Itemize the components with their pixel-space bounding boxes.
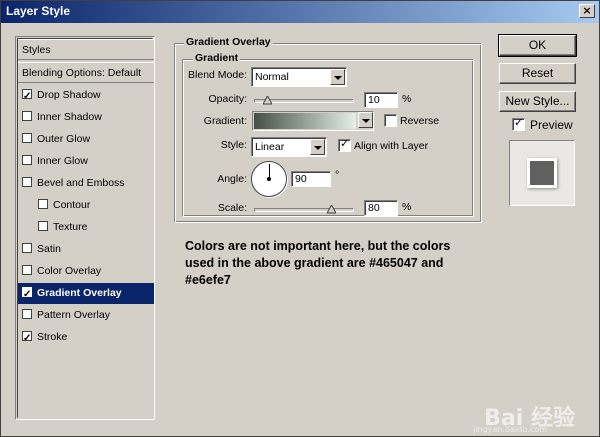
style-item-checkbox[interactable] (22, 133, 32, 143)
blending-options[interactable]: Blending Options: Default (18, 62, 154, 83)
angle-label: Angle: (217, 173, 247, 185)
scale-slider-thumb[interactable] (326, 205, 336, 214)
opacity-slider-thumb[interactable] (263, 96, 273, 105)
style-item-checkbox[interactable] (22, 155, 32, 165)
style-item-checkbox[interactable] (22, 284, 32, 305)
gradient-dropdown[interactable] (356, 112, 373, 130)
styles-header[interactable]: Styles (18, 39, 154, 60)
preview-label: Preview (530, 118, 573, 132)
style-item-inner-glow[interactable]: Inner Glow (18, 151, 154, 172)
style-item-drop-shadow[interactable]: Drop Shadow (18, 85, 154, 107)
gradient-swatch[interactable] (254, 113, 356, 129)
style-item-label: Color Overlay (37, 265, 102, 277)
new-style-button[interactable]: New Style... (499, 91, 576, 112)
style-item-label: Texture (53, 221, 88, 233)
blend-mode-label: Blend Mode: (188, 69, 247, 81)
angle-dial[interactable] (251, 161, 287, 197)
ok-button[interactable]: OK (498, 34, 577, 57)
instruction-note: Colors are not important here, but the c… (185, 239, 451, 287)
style-item-checkbox[interactable] (22, 328, 32, 349)
style-item-satin[interactable]: Satin (18, 239, 154, 260)
style-item-texture[interactable]: Texture (18, 217, 154, 238)
chevron-down-icon[interactable] (310, 139, 325, 155)
style-item-label: Drop Shadow (37, 89, 101, 101)
style-item-gradient-overlay[interactable]: Gradient Overlay (18, 283, 154, 305)
chevron-down-icon[interactable] (330, 69, 345, 85)
preview-thumbnail (509, 140, 575, 206)
close-button[interactable]: × (579, 4, 595, 18)
opacity-input[interactable]: 10 (364, 92, 398, 108)
preview-square (527, 158, 557, 188)
gradient-group-title: Gradient (193, 52, 241, 64)
reset-button[interactable]: Reset (499, 63, 576, 84)
style-item-bevel-and-emboss[interactable]: Bevel and Emboss (18, 173, 154, 194)
style-select[interactable]: Linear (251, 137, 327, 157)
chevron-down-icon[interactable] (358, 112, 373, 128)
styles-list: Styles Blending Options: Default Drop Sh… (15, 36, 155, 420)
gradient-picker[interactable] (252, 111, 374, 131)
angle-input[interactable]: 90 (291, 171, 331, 187)
preview-checkbox[interactable] (512, 116, 525, 131)
angle-dial-center (267, 177, 271, 181)
style-item-inner-shadow[interactable]: Inner Shadow (18, 107, 154, 128)
style-label: Style: (220, 139, 247, 151)
degree-sign: ° (335, 169, 340, 181)
blend-mode-value: Normal (255, 71, 289, 83)
style-item-label: Outer Glow (37, 133, 91, 145)
opacity-percent: % (402, 93, 412, 105)
style-item-color-overlay[interactable]: Color Overlay (18, 261, 154, 282)
style-item-label: Pattern Overlay (37, 309, 110, 321)
style-item-checkbox[interactable] (22, 243, 32, 253)
style-item-checkbox[interactable] (22, 86, 32, 107)
style-item-contour[interactable]: Contour (18, 195, 154, 216)
style-item-outer-glow[interactable]: Outer Glow (18, 129, 154, 150)
window-title: Layer Style (6, 4, 71, 18)
style-item-label: Contour (53, 199, 91, 211)
style-item-label: Bevel and Emboss (37, 177, 125, 189)
style-item-checkbox[interactable] (22, 265, 32, 275)
style-item-label: Stroke (37, 331, 68, 343)
style-value: Linear (255, 141, 285, 153)
opacity-label: Opacity: (208, 93, 247, 105)
scale-input[interactable]: 80 (364, 200, 398, 216)
styles-list-inner: Styles Blending Options: Default Drop Sh… (17, 38, 154, 418)
scale-label: Scale: (217, 202, 247, 214)
style-item-label: Satin (37, 243, 61, 255)
watermark-url: jingyan.baidu.com (473, 425, 547, 434)
title-bar[interactable]: Layer Style × (1, 1, 599, 23)
style-item-pattern-overlay[interactable]: Pattern Overlay (18, 305, 154, 326)
style-item-stroke[interactable]: Stroke (18, 327, 154, 349)
reverse-label: Reverse (400, 115, 440, 127)
scale-slider-track[interactable] (254, 208, 354, 212)
style-item-label: Gradient Overlay (37, 287, 122, 299)
style-item-label: Inner Glow (37, 155, 88, 167)
style-item-checkbox[interactable] (22, 177, 32, 187)
style-item-label: Inner Shadow (37, 111, 102, 123)
gradient-label: Gradient: (203, 115, 247, 127)
style-item-checkbox[interactable] (22, 309, 32, 319)
align-with-layer-checkbox[interactable] (338, 137, 351, 152)
scale-percent: % (402, 201, 412, 213)
reverse-checkbox[interactable] (384, 114, 397, 127)
blend-mode-select[interactable]: Normal (251, 67, 347, 87)
style-item-checkbox[interactable] (38, 221, 48, 231)
layer-style-dialog: Layer Style × Styles Blending Options: D… (0, 0, 600, 437)
gradient-overlay-title: Gradient Overlay (184, 36, 273, 48)
align-with-layer-label: Align with Layer (354, 140, 429, 152)
style-item-checkbox[interactable] (22, 111, 32, 121)
style-item-checkbox[interactable] (38, 199, 48, 209)
